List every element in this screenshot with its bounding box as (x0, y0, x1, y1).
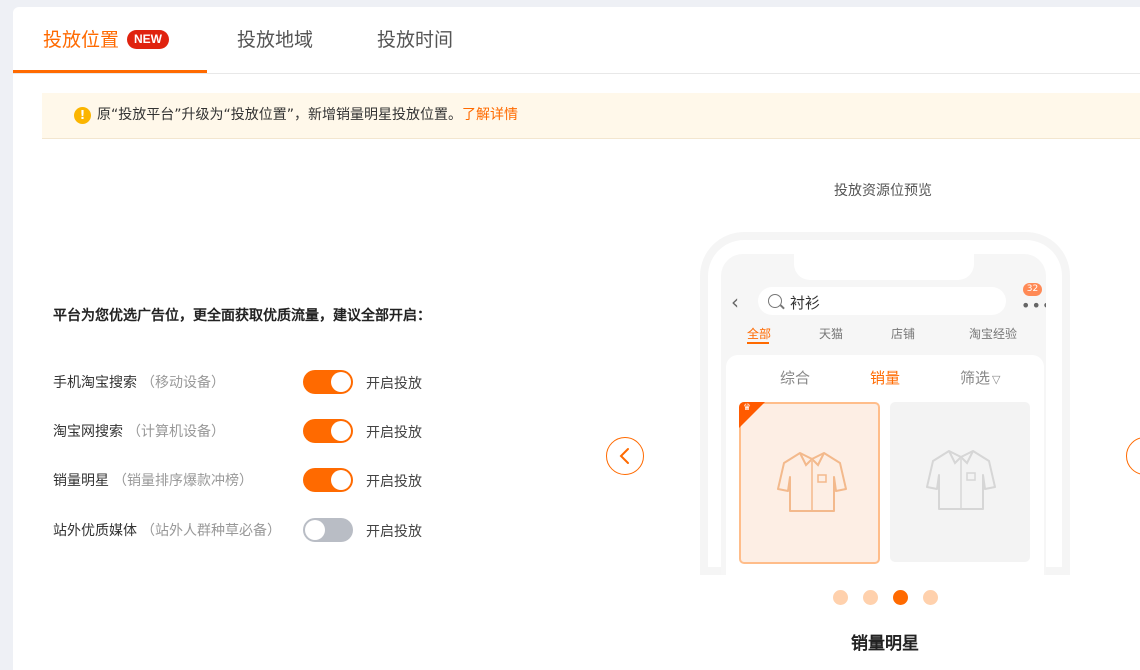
toggle-label: 开启投放 (366, 425, 422, 441)
settings-intro: 平台为您优选广告位，更全面获取优质流量，建议全部开启： (53, 308, 431, 324)
crown-icon: ♛ (743, 403, 752, 413)
setting-subtitle: （移动设备） (141, 375, 225, 391)
setting-row-external-media: 站外优质媒体 （站外人群种草必备） 开启投放 (53, 517, 473, 543)
toggle-knob (331, 470, 351, 490)
category-tmall: 天猫 (819, 327, 844, 341)
carousel-dot-1[interactable] (833, 590, 848, 605)
phone-screen: ‹ 衬衫 ••• 32 全部 天猫 店铺 淘宝经验 综合 销量 筛选▽ ♛ (721, 254, 1046, 575)
toggle-knob (331, 372, 351, 392)
tab-bar: 投放位置 NEW 投放地域 投放时间 (13, 7, 1140, 74)
setting-name: 手机淘宝搜索 （移动设备） (53, 372, 225, 392)
setting-title: 手机淘宝搜索 (53, 375, 137, 391)
setting-row-sales-star: 销量明星 （销量排序爆款冲榜） 开启投放 (53, 467, 473, 493)
search-query: 衬衫 (790, 294, 821, 312)
product-grid: ♛ (726, 395, 1044, 575)
category-store: 店铺 (891, 327, 916, 341)
phone-mockup: ‹ 衬衫 ••• 32 全部 天猫 店铺 淘宝经验 综合 销量 筛选▽ ♛ (700, 232, 1070, 575)
carousel-dot-3[interactable] (893, 590, 908, 605)
setting-row-mobile-search: 手机淘宝搜索 （移动设备） 开启投放 (53, 369, 473, 395)
message-count-badge: 32 (1023, 283, 1042, 296)
setting-name: 站外优质媒体 （站外人群种草必备） (53, 520, 281, 540)
setting-name: 淘宝网搜索 （计算机设备） (53, 421, 225, 441)
toggle-label: 开启投放 (366, 376, 422, 392)
toggle-knob (305, 520, 325, 540)
category-indicator (747, 342, 769, 344)
sort-overall: 综合 (780, 369, 811, 387)
setting-subtitle: （销量排序爆款冲榜） (113, 473, 253, 489)
notice-banner: ! 原“投放平台”升级为“投放位置”，新增销量明星投放位置。了解详情 (42, 93, 1140, 139)
toggle-switch-external-media[interactable] (303, 518, 353, 542)
chevron-left-icon (619, 448, 629, 464)
setting-row-pc-search: 淘宝网搜索 （计算机设备） 开启投放 (53, 418, 473, 444)
toggle-label: 开启投放 (366, 474, 422, 490)
sort-filter: 筛选 ▽ (960, 367, 1000, 388)
carousel-dot-2[interactable] (863, 590, 878, 605)
toggle-switch-pc-search[interactable] (303, 419, 353, 443)
more-icon: ••• (1021, 296, 1046, 315)
warning-icon: ! (74, 107, 91, 124)
product-card-highlighted: ♛ (739, 402, 880, 564)
product-card (890, 402, 1030, 562)
back-icon: ‹ (731, 290, 739, 314)
phone-notch (794, 254, 974, 280)
sort-sales: 销量 (870, 369, 901, 387)
setting-title: 站外优质媒体 (53, 523, 137, 539)
shirt-icon (926, 450, 996, 510)
notice-message: 原“投放平台”升级为“投放位置”，新增销量明星投放位置。 (97, 107, 463, 123)
main-panel: 投放位置 NEW 投放地域 投放时间 ! 原“投放平台”升级为“投放位置”，新增销… (13, 7, 1140, 670)
sort-bar: 综合 销量 筛选 ▽ (726, 355, 1044, 395)
category-experience: 淘宝经验 (969, 327, 1018, 341)
new-badge: NEW (127, 29, 170, 49)
preview-title: 投放资源位预览 (834, 183, 932, 199)
toggle-knob (331, 421, 351, 441)
chevron-right-icon (1127, 438, 1140, 474)
carousel-prev-button[interactable] (606, 437, 644, 475)
setting-name: 销量明星 （销量排序爆款冲榜） (53, 470, 253, 490)
setting-title: 销量明星 (53, 473, 109, 489)
setting-subtitle: （站外人群种草必备） (141, 523, 281, 539)
active-tab-indicator (13, 70, 207, 73)
phone-search-box: 衬衫 (758, 287, 1006, 315)
carousel-next-button[interactable] (1126, 437, 1140, 475)
notice-text: 原“投放平台”升级为“投放位置”，新增销量明星投放位置。了解详情 (97, 93, 518, 138)
setting-subtitle: （计算机设备） (127, 424, 225, 440)
tab-placement[interactable]: 投放位置 NEW (43, 27, 170, 53)
toggle-switch-mobile-search[interactable] (303, 370, 353, 394)
learn-more-link[interactable]: 了解详情 (462, 107, 518, 123)
preview-caption: 销量明星 (851, 634, 919, 654)
filter-label: 筛选 (960, 369, 991, 387)
search-icon (768, 294, 782, 308)
filter-icon: ▽ (992, 373, 1001, 386)
setting-title: 淘宝网搜索 (53, 424, 123, 440)
toggle-label: 开启投放 (366, 524, 422, 540)
carousel-dot-4[interactable] (923, 590, 938, 605)
toggle-switch-sales-star[interactable] (303, 468, 353, 492)
tab-placement-label: 投放位置 (43, 29, 120, 51)
tab-time[interactable]: 投放时间 (377, 27, 453, 53)
category-all: 全部 (747, 327, 772, 341)
tab-region[interactable]: 投放地域 (237, 27, 313, 53)
shirt-icon (777, 452, 847, 512)
